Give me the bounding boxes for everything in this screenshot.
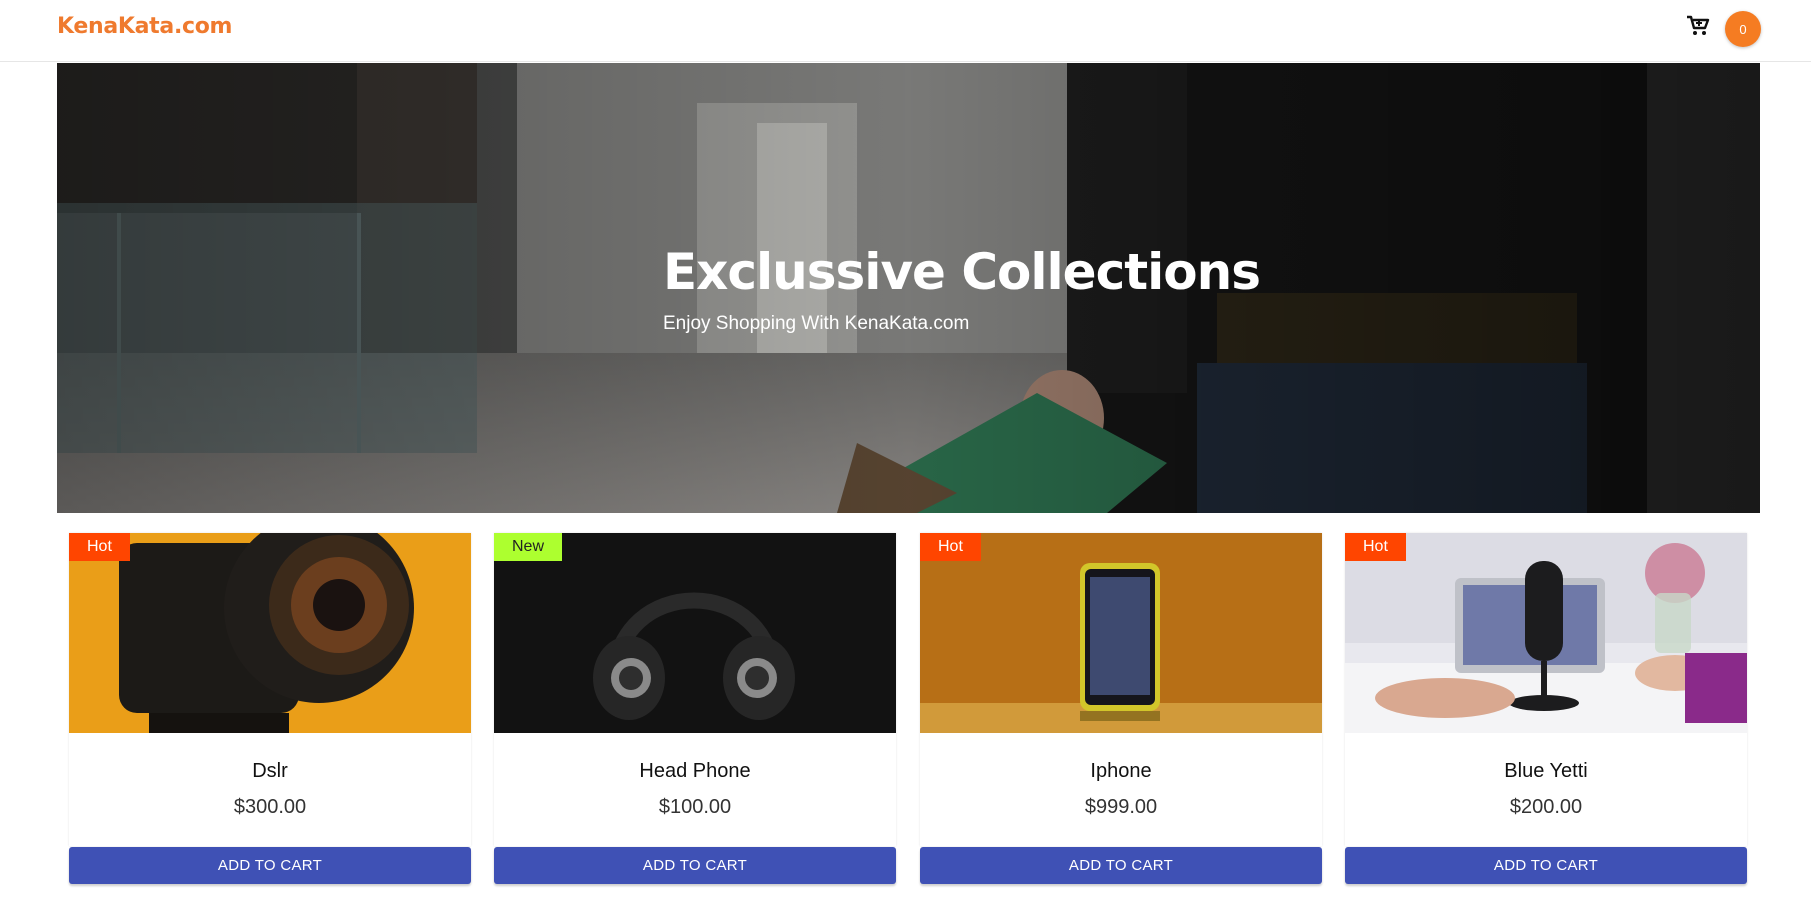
product-price: $999.00 <box>1084 796 1158 818</box>
product-image[interactable]: Hot <box>1345 533 1747 733</box>
hot-badge: Hot <box>1345 533 1406 561</box>
product-price: $100.00 <box>658 796 732 818</box>
add-to-cart-button[interactable]: ADD TO CART <box>69 847 471 884</box>
navbar: KenaKata.com 0 <box>0 0 1811 62</box>
add-to-cart-button[interactable]: ADD TO CART <box>1345 847 1747 884</box>
product-card-body: New Head Phone $100.00 <box>494 533 896 846</box>
product-card: Hot Iphone $999.00 ADD TO CART <box>920 533 1322 884</box>
product-name: Dslr <box>252 760 288 782</box>
add-to-cart-button[interactable]: ADD TO CART <box>494 847 896 884</box>
hot-badge: Hot <box>69 533 130 561</box>
product-card: Hot Blue Yetti $200.00 ADD TO CART <box>1345 533 1747 884</box>
hot-badge: Hot <box>920 533 981 561</box>
product-price: $200.00 <box>1509 796 1583 818</box>
camera-image <box>69 533 471 733</box>
hero-text: Exclussive Collections Enjoy Shopping Wi… <box>663 243 1261 335</box>
brand-logo[interactable]: KenaKata.com <box>57 14 232 39</box>
product-card: New Head Phone $100.00 ADD TO CART <box>494 533 896 884</box>
product-image[interactable]: Hot <box>920 533 1322 733</box>
hero-subtitle: Enjoy Shopping With KenaKata.com <box>663 313 970 334</box>
product-price: $300.00 <box>233 796 307 818</box>
product-card-body: Hot Iphone $999.00 <box>920 533 1322 846</box>
hero-title: Exclussive Collections <box>663 243 1261 301</box>
phone-image <box>920 533 1322 733</box>
microphone-image <box>1345 533 1747 733</box>
product-name: Iphone <box>1090 760 1152 782</box>
hero-banner: Exclussive Collections Enjoy Shopping Wi… <box>57 63 1760 513</box>
cart-count-badge[interactable]: 0 <box>1725 11 1761 47</box>
product-image[interactable]: Hot <box>69 533 471 733</box>
add-to-cart-button[interactable]: ADD TO CART <box>920 847 1322 884</box>
product-card-body: Hot Blue Yetti $200.00 <box>1345 533 1747 846</box>
headphone-image <box>494 533 896 733</box>
product-name: Blue Yetti <box>1504 760 1588 782</box>
new-badge: New <box>494 533 563 561</box>
cart-icon[interactable] <box>1686 15 1710 37</box>
product-card-body: Hot Dslr $300.00 <box>69 533 471 846</box>
product-card: Hot Dslr $300.00 ADD TO CART <box>69 533 471 884</box>
product-name: Head Phone <box>639 760 751 782</box>
product-image[interactable]: New <box>494 533 896 733</box>
